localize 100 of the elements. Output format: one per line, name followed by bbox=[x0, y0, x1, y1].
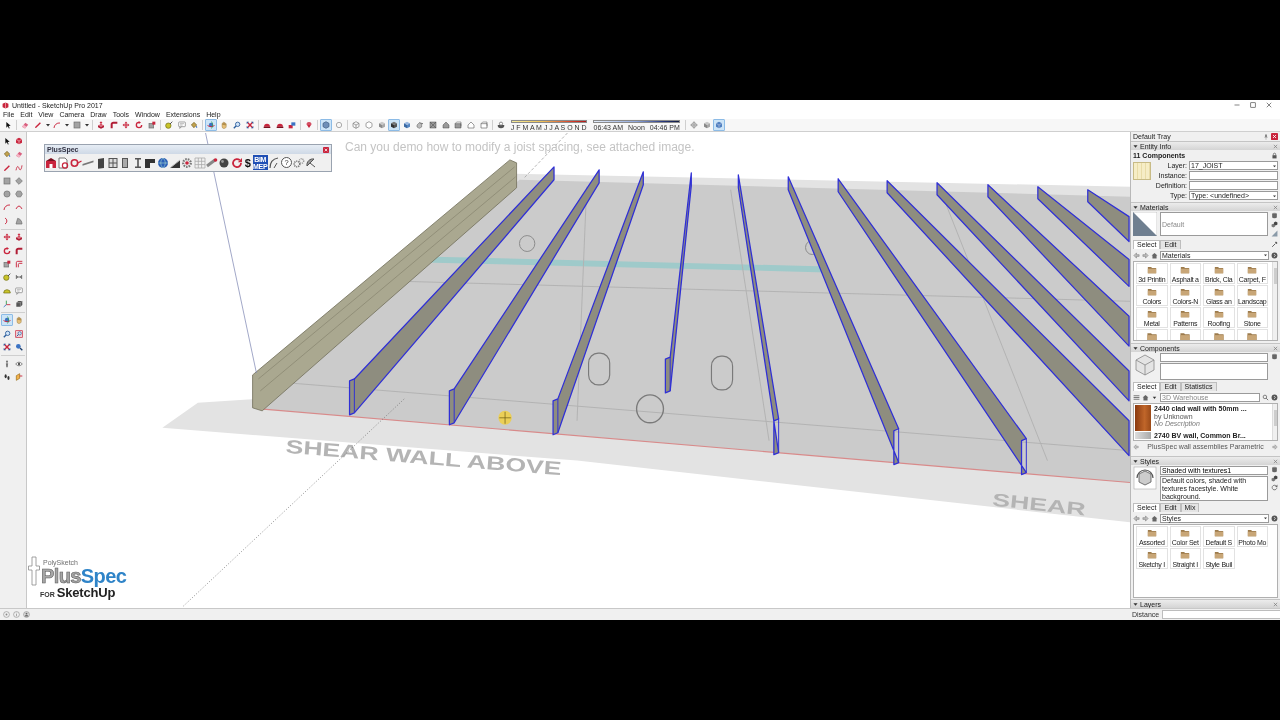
search-icon[interactable] bbox=[1262, 393, 1269, 401]
iso-cube-icon[interactable] bbox=[320, 119, 333, 131]
diamond-icon[interactable] bbox=[13, 174, 25, 187]
close-icon[interactable] bbox=[1273, 143, 1278, 149]
sphere-icon[interactable] bbox=[218, 156, 231, 169]
description-field[interactable] bbox=[1160, 363, 1268, 380]
text-bubble-icon[interactable] bbox=[175, 119, 188, 131]
folder-icon[interactable] bbox=[1179, 309, 1192, 319]
wire-cube-icon[interactable] bbox=[350, 119, 363, 131]
box-outline-icon[interactable] bbox=[478, 119, 491, 131]
crosshair-icon[interactable] bbox=[687, 119, 700, 131]
close-icon[interactable] bbox=[1273, 345, 1278, 351]
folder-icon[interactable] bbox=[1145, 331, 1158, 340]
cube-stack-icon[interactable] bbox=[1271, 475, 1278, 482]
folder-icon[interactable] bbox=[1246, 528, 1259, 539]
folder-icon[interactable] bbox=[1179, 528, 1192, 539]
disclosure-triangle-icon[interactable] bbox=[1133, 143, 1138, 149]
list-icon[interactable] bbox=[1133, 393, 1140, 401]
folder-icon[interactable] bbox=[1212, 309, 1225, 319]
folder-icon[interactable] bbox=[1179, 287, 1192, 297]
disclosure-triangle-icon[interactable] bbox=[1133, 458, 1138, 464]
folder-icon[interactable] bbox=[1212, 550, 1225, 561]
folder-icon[interactable] bbox=[1212, 331, 1225, 340]
folder-icon[interactable] bbox=[1179, 331, 1192, 340]
disclosure-triangle-icon[interactable] bbox=[1133, 204, 1138, 210]
cube-stack-icon[interactable] bbox=[1271, 221, 1278, 228]
folder-icon[interactable] bbox=[1246, 265, 1259, 275]
square-icon[interactable] bbox=[70, 119, 83, 131]
folder-icon[interactable] bbox=[1145, 528, 1158, 539]
close-icon[interactable] bbox=[1266, 102, 1272, 108]
building-icon[interactable] bbox=[45, 156, 57, 169]
text-field[interactable] bbox=[1189, 181, 1278, 190]
folder-icon[interactable] bbox=[1145, 265, 1158, 275]
gear-icon[interactable] bbox=[181, 156, 194, 169]
ring-tape-icon[interactable] bbox=[69, 156, 82, 169]
orbit-icon[interactable] bbox=[1, 314, 13, 327]
close-icon[interactable] bbox=[1273, 204, 1278, 210]
folder-icon[interactable] bbox=[1179, 550, 1192, 561]
home-icon[interactable] bbox=[1142, 393, 1149, 401]
dollar-sign-button[interactable]: $ bbox=[243, 156, 253, 169]
hand-icon[interactable] bbox=[13, 314, 25, 327]
folder-icon[interactable] bbox=[1246, 287, 1259, 297]
info-icon[interactable] bbox=[13, 611, 20, 618]
disclosure-triangle-icon[interactable] bbox=[1133, 345, 1138, 351]
caret-icon[interactable] bbox=[1272, 192, 1277, 199]
folder-icon[interactable] bbox=[1212, 287, 1225, 297]
folder-icon[interactable] bbox=[1179, 265, 1192, 275]
disclosure-triangle-icon[interactable] bbox=[1133, 601, 1138, 607]
caret-icon[interactable] bbox=[1263, 252, 1268, 258]
zoom-window-icon[interactable] bbox=[13, 327, 25, 340]
home-icon[interactable] bbox=[1151, 251, 1158, 259]
zoom-icon[interactable] bbox=[1, 327, 13, 340]
left-arrow-icon[interactable] bbox=[1133, 443, 1139, 450]
wall-thumbnail[interactable] bbox=[1135, 432, 1151, 439]
details-icon[interactable] bbox=[1271, 393, 1278, 401]
folder-icon[interactable] bbox=[1212, 265, 1225, 275]
forward-arrow-icon[interactable] bbox=[1142, 251, 1149, 259]
close-icon[interactable] bbox=[1273, 458, 1278, 464]
dish-icon[interactable] bbox=[305, 156, 318, 169]
home-icon[interactable] bbox=[1151, 515, 1158, 522]
back-arrow-icon[interactable] bbox=[1133, 251, 1140, 259]
solid-cube-icon[interactable] bbox=[388, 119, 401, 131]
tape-measure-icon[interactable] bbox=[1, 271, 13, 284]
pin-icon[interactable] bbox=[1263, 133, 1269, 140]
window-icon[interactable] bbox=[106, 156, 119, 169]
tape-measure-icon[interactable] bbox=[162, 119, 175, 131]
name-field[interactable] bbox=[1160, 353, 1268, 362]
roof-icon[interactable] bbox=[426, 119, 439, 131]
hexagon-icon[interactable] bbox=[13, 188, 25, 201]
maximize-icon[interactable] bbox=[1250, 102, 1256, 108]
cylinder-icon[interactable] bbox=[1271, 466, 1278, 473]
cylinder-icon[interactable] bbox=[1271, 212, 1278, 219]
square-icon[interactable] bbox=[1, 174, 13, 187]
close-icon[interactable] bbox=[1273, 601, 1278, 607]
folder-icon[interactable] bbox=[1145, 550, 1158, 561]
caret-icon[interactable] bbox=[1263, 515, 1268, 522]
details-icon[interactable] bbox=[1271, 251, 1278, 259]
back-arrow-icon[interactable] bbox=[1133, 515, 1140, 522]
cube-icon[interactable] bbox=[13, 135, 25, 147]
scrollbar[interactable] bbox=[1272, 404, 1277, 440]
person-icon[interactable] bbox=[23, 611, 30, 618]
caret-icon[interactable] bbox=[1272, 162, 1277, 169]
curve-icon[interactable] bbox=[268, 156, 281, 169]
orbit-icon[interactable] bbox=[205, 119, 218, 131]
folder-icon[interactable] bbox=[1246, 331, 1259, 340]
gears-icon[interactable] bbox=[293, 156, 305, 169]
l-bracket-icon[interactable] bbox=[144, 156, 157, 169]
cube-icon[interactable] bbox=[713, 119, 726, 131]
pipe-icon[interactable] bbox=[206, 156, 219, 169]
lock-icon[interactable] bbox=[1271, 152, 1278, 159]
cylinder-icon[interactable] bbox=[1271, 353, 1278, 360]
folder-icon[interactable] bbox=[1212, 528, 1225, 539]
folder-icon[interactable] bbox=[1145, 287, 1158, 297]
folder-icon[interactable] bbox=[1246, 309, 1259, 319]
forward-arrow-icon[interactable] bbox=[1142, 515, 1149, 522]
folder-icon[interactable] bbox=[1145, 309, 1158, 319]
time-slider-track[interactable] bbox=[593, 119, 680, 123]
details-icon[interactable] bbox=[1271, 515, 1278, 522]
right-arrow-icon[interactable] bbox=[1272, 443, 1278, 450]
date-slider-track[interactable] bbox=[510, 119, 587, 123]
